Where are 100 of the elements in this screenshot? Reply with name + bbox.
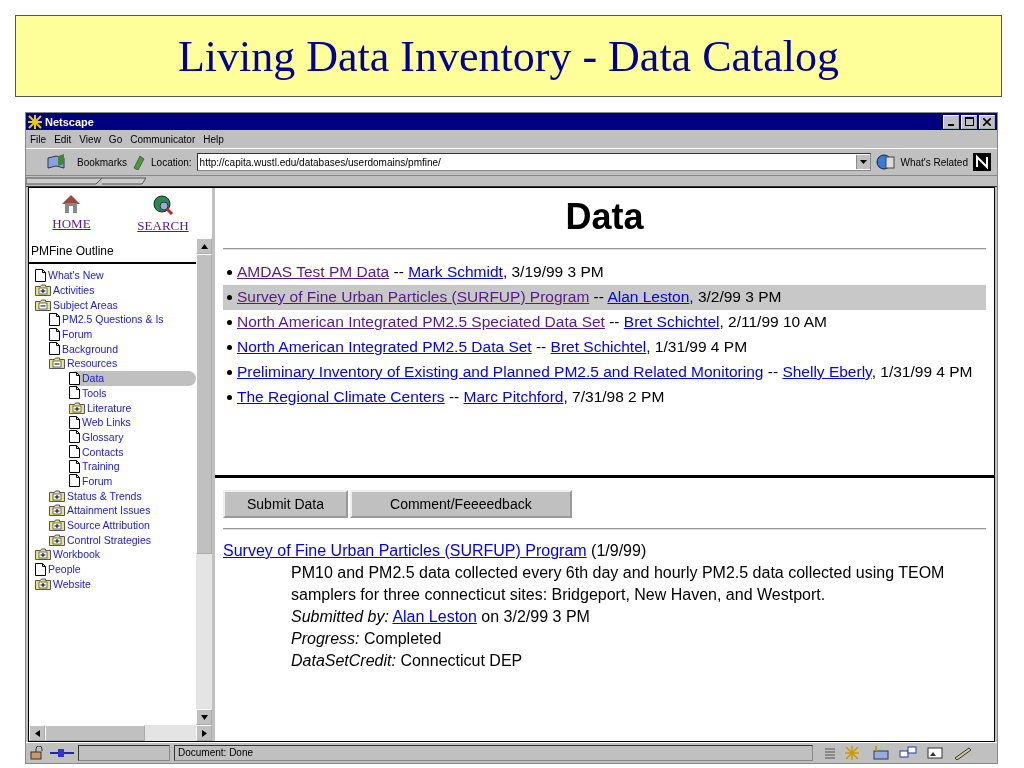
dataset-link[interactable]: Survey of Fine Urban Particles (SURFUP) Program — [223, 542, 587, 559]
discussion-icon[interactable] — [899, 746, 917, 760]
menu-item[interactable]: Communicator — [130, 133, 196, 145]
menu-item[interactable]: File — [30, 133, 47, 145]
page-icon — [69, 386, 80, 400]
folder-plus-icon[interactable] — [35, 284, 51, 297]
catalog-entry: Survey of Fine Urban Particles (SURFUP) Program -- Alan Leston, 3/2/99 3 PM — [223, 285, 986, 310]
location-field[interactable]: http://capita.wustl.edu/databases/userdomains/pmfine/ — [196, 153, 871, 171]
folder-plus-icon[interactable] — [49, 533, 65, 546]
location-label: Location: — [151, 156, 192, 168]
folder-plus-icon[interactable] — [35, 577, 51, 590]
tree-item[interactable]: Data — [69, 370, 196, 386]
netscape-logo-icon — [973, 153, 991, 171]
pencil-icon[interactable] — [953, 746, 973, 760]
tree-item[interactable]: Forum — [69, 473, 196, 489]
page-icon — [49, 342, 60, 356]
folder-plus-icon[interactable] — [49, 519, 65, 532]
tree-item[interactable]: Status & Trends — [49, 488, 196, 503]
catalog-entry: The Regional Climate Centers -- Marc Pitchford, 7/31/98 2 PM — [223, 385, 986, 410]
catalog-entry: North American Integrated PM2.5 Data Set -- Bret Schichtel, 1/31/99 4 PM — [223, 335, 986, 360]
menu-item[interactable]: View — [79, 133, 101, 145]
app-icon — [28, 114, 42, 129]
folder-minus-icon[interactable] — [49, 357, 65, 370]
globe-icon[interactable] — [875, 153, 896, 171]
tree-item[interactable]: Workbook — [29, 547, 196, 562]
author-link[interactable]: Bret Schichtel — [623, 313, 720, 330]
tree-item[interactable]: Glossary — [69, 429, 196, 445]
page-icon — [35, 268, 46, 282]
vertical-scrollbar[interactable] — [196, 238, 212, 725]
dataset-link[interactable]: North American Integrated PM2.5 Data Set — [237, 338, 532, 355]
author-link[interactable]: Alan Leston — [392, 608, 477, 625]
slide-title: Living Data Inventory - Data Catalog — [178, 30, 839, 82]
whats-related-button[interactable]: What's Related — [900, 156, 968, 168]
menu-item[interactable]: Go — [108, 133, 123, 145]
tree-item[interactable]: What's New — [29, 268, 196, 283]
close-button[interactable] — [979, 114, 995, 129]
dataset-link[interactable]: North American Integrated PM2.5 Speciated Data Set — [237, 313, 605, 330]
catalog-entry: AMDAS Test PM Data -- Mark Schmidt, 3/19/99 3 PM — [223, 260, 986, 285]
dataset-field: Progress: Completed — [291, 628, 986, 650]
folder-plus-icon[interactable] — [69, 401, 85, 414]
dataset-link[interactable]: Preliminary Inventory of Existing and Planned PM2.5 and Related Monitoring — [237, 363, 764, 380]
form-button[interactable]: Comment/Feeeedback — [350, 490, 572, 518]
tree-item[interactable]: Background — [49, 341, 196, 357]
tree-item[interactable]: Training — [69, 458, 196, 474]
menu-item[interactable]: Edit — [54, 133, 72, 145]
tree-item[interactable]: Web Links — [69, 414, 196, 430]
dataset-title: Survey of Fine Urban Particles (SURFUP) Program (1/9/99) — [223, 541, 648, 561]
tree-item[interactable]: People — [29, 561, 196, 577]
home-link[interactable]: HOME — [52, 194, 91, 234]
catalog-entry: North American Integrated PM2.5 Speciated Data Set -- Bret Schichtel, 2/11/99 10 AM — [223, 310, 986, 335]
composer-icon[interactable] — [927, 746, 943, 760]
mail-icon[interactable] — [871, 746, 889, 760]
page-heading: Data — [564, 196, 645, 238]
tree-item[interactable]: Literature — [69, 400, 196, 415]
location-icon — [132, 154, 146, 170]
tree-item[interactable]: Contacts — [69, 444, 196, 459]
horizontal-scrollbar[interactable] — [29, 725, 212, 741]
dropdown-arrow-icon[interactable] — [859, 160, 867, 164]
search-link[interactable]: SEARCH — [137, 194, 189, 234]
author-link[interactable]: Bret Schichtel — [550, 338, 647, 355]
folder-plus-icon[interactable] — [35, 548, 51, 561]
dataset-link[interactable]: The Regional Climate Centers — [237, 388, 445, 405]
tree-item[interactable]: Resources — [49, 356, 196, 371]
scroll-up-arrow-icon[interactable] — [200, 242, 208, 250]
folder-plus-icon[interactable] — [49, 489, 65, 502]
tree-item[interactable]: Website — [29, 576, 196, 592]
tree-item[interactable]: Attainment Issues — [49, 503, 196, 518]
page-icon — [69, 445, 80, 459]
folder-minus-icon[interactable] — [35, 298, 51, 311]
page-icon — [69, 371, 80, 385]
tree-item[interactable]: Activities — [29, 282, 196, 298]
tree-item[interactable]: Control Strategies — [49, 532, 196, 548]
author-link[interactable]: Shelly Eberly — [782, 363, 872, 380]
tree-item[interactable]: Source Attribution — [49, 517, 196, 533]
search-icon — [151, 194, 174, 216]
dataset-link[interactable]: AMDAS Test PM Data — [237, 263, 390, 280]
minimize-icon — [948, 123, 954, 126]
folder-plus-icon[interactable] — [49, 504, 65, 517]
lock-icon[interactable] — [30, 746, 46, 760]
tree-item[interactable]: Forum — [49, 326, 196, 342]
tree-item[interactable]: Subject Areas — [29, 297, 196, 313]
dataset-field: Submitted by: Alan Leston on 3/2/99 3 PM — [291, 606, 986, 628]
author-link[interactable]: Marc Pitchford — [463, 388, 564, 405]
page-icon — [69, 459, 80, 473]
minimize-button[interactable] — [943, 114, 959, 129]
author-link[interactable]: Mark Schmidt — [408, 263, 503, 280]
status-text: Document: Done — [174, 745, 813, 761]
maximize-button[interactable] — [961, 114, 977, 129]
dataset-description: PM10 and PM2.5 data collected every 6th day and hourly PM2.5 data collected using TEOM samplers for three connecticut sites: Bridgeport, New Haven, and Westport. — [291, 563, 946, 605]
scroll-right-arrow-icon[interactable] — [200, 729, 208, 737]
tree-item[interactable]: PM2.5 Questions & Is — [49, 312, 196, 327]
menu-item[interactable]: Help — [203, 133, 224, 145]
dataset-link[interactable]: Survey of Fine Urban Particles (SURFUP) Program — [237, 288, 590, 305]
maximize-icon — [964, 117, 974, 126]
tree-item[interactable]: Tools — [69, 385, 196, 401]
bookmarks-button[interactable]: Bookmarks — [77, 156, 127, 168]
scroll-down-arrow-icon[interactable] — [200, 713, 208, 721]
form-button[interactable]: Submit Data — [223, 490, 349, 518]
scroll-left-arrow-icon[interactable] — [33, 729, 41, 737]
page-icon — [49, 312, 60, 326]
